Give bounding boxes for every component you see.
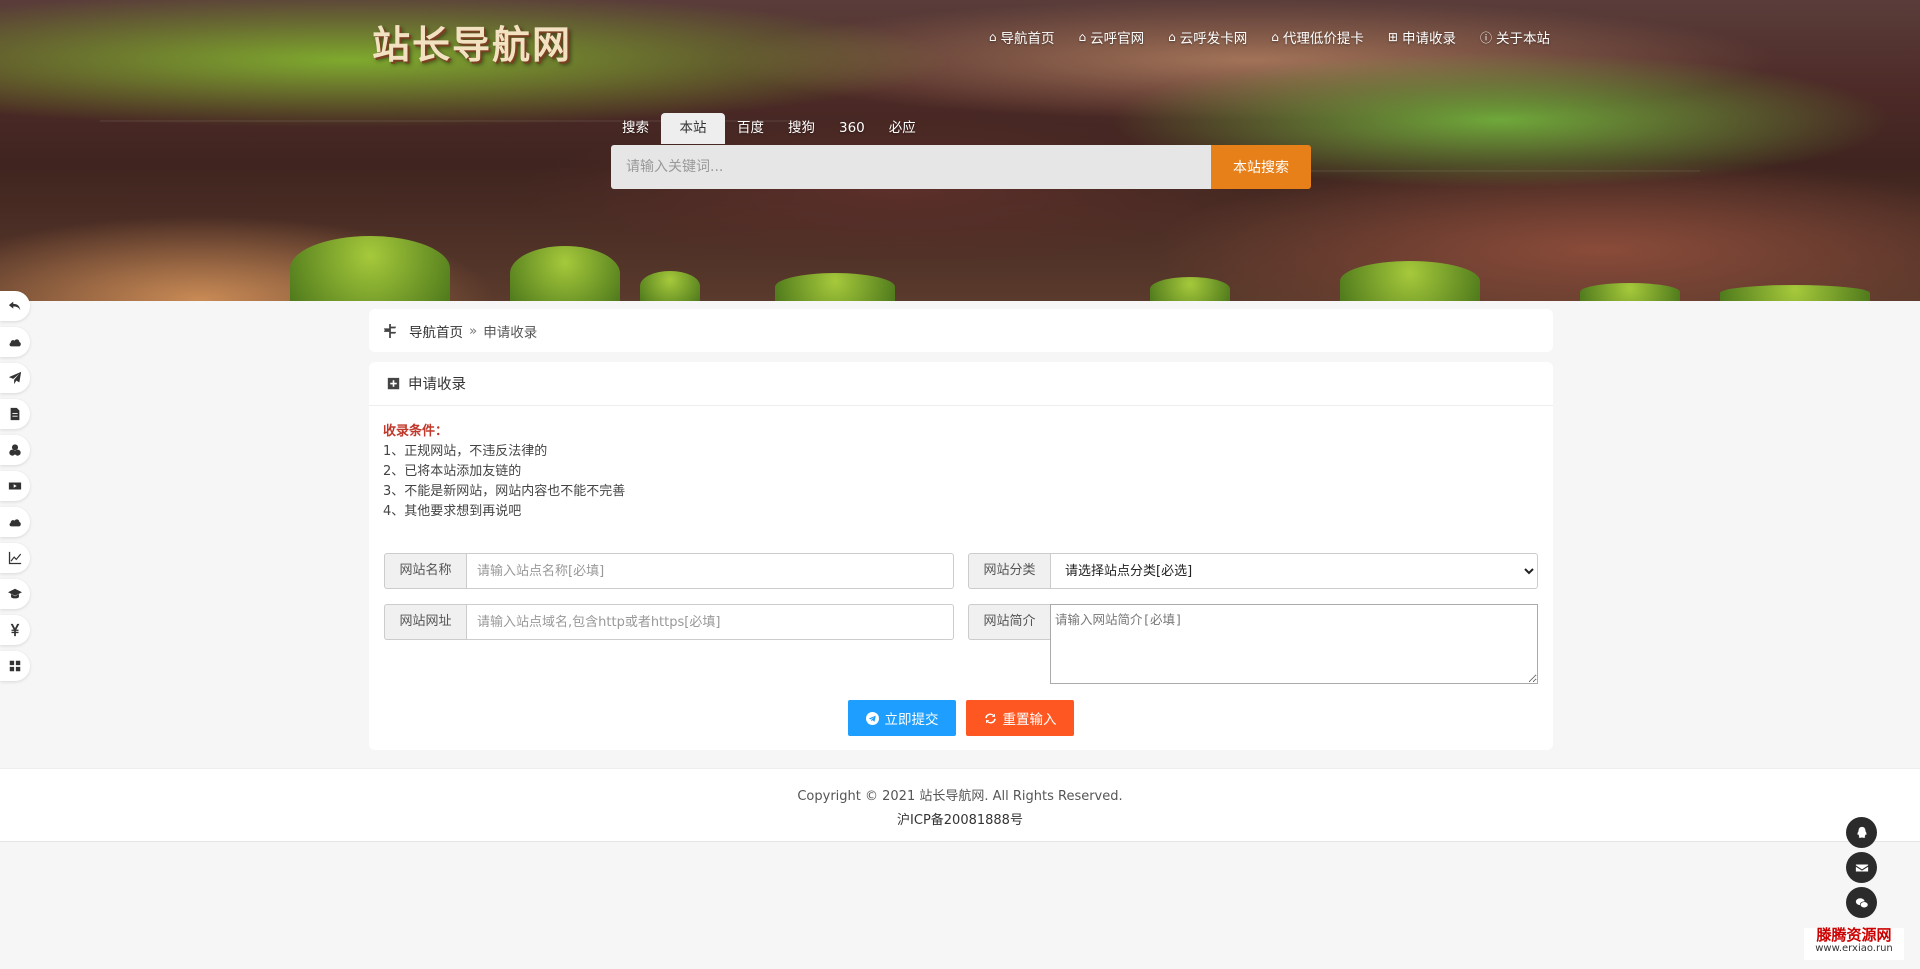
cloud-icon[interactable] xyxy=(0,507,30,537)
site-intro-textarea[interactable] xyxy=(1050,604,1538,684)
site-logo[interactable]: 站长导航网 xyxy=(372,14,572,69)
site-category-label: 网站分类 xyxy=(968,553,1050,589)
site-url-field: 网站网址 xyxy=(384,604,954,640)
watermark-url: www.erxiao.run xyxy=(1815,943,1893,954)
form-header: 申请收录 xyxy=(369,362,1553,406)
graduation-cap-icon[interactable] xyxy=(0,579,30,609)
home-icon: ⌂ xyxy=(1168,30,1176,44)
search-lead-label: 搜索 xyxy=(622,120,649,136)
tab-bing[interactable]: 必应 xyxy=(877,113,928,144)
footer: Copyright © 2021 站长导航网. All Rights Reser… xyxy=(0,768,1920,842)
grid-icon[interactable] xyxy=(0,651,30,681)
hero-banner: 站长导航网 ⌂ 导航首页 ⌂ 云呼官网 ⌂ 云呼发卡网 ⌂ 代理低价提卡 ⊞ 申请收录 ⓘ… xyxy=(0,0,1920,301)
watermark: 滕腾资源网 www.erxiao.run xyxy=(1804,928,1904,960)
signpost-icon xyxy=(383,323,397,338)
wechat-icon[interactable] xyxy=(1846,887,1877,918)
tab-site[interactable]: 本站 xyxy=(661,113,725,144)
search-bar: 本站搜索 xyxy=(611,145,1311,189)
conditions-block: 收录条件： 1、正规网站，不违反法律的 2、已将本站添加友链的 3、不能是新网站… xyxy=(383,422,625,522)
telegram-icon xyxy=(865,711,879,725)
info-circle-icon: ⓘ xyxy=(1479,30,1492,45)
cubes-icon[interactable] xyxy=(0,435,30,465)
plus-square-icon xyxy=(387,377,400,390)
file-icon[interactable] xyxy=(0,399,30,429)
search-button[interactable]: 本站搜索 xyxy=(1211,145,1311,189)
footer-copyright: Copyright © 2021 站长导航网. All Rights Reser… xyxy=(797,789,1123,804)
breadcrumb-home-link[interactable]: 导航首页 xyxy=(409,321,463,341)
submit-site-form: 申请收录 收录条件： 1、正规网站，不违反法律的 2、已将本站添加友链的 3、不… xyxy=(369,362,1553,750)
nav-about[interactable]: ⓘ 关于本站 xyxy=(1479,27,1550,48)
submit-button[interactable]: 立即提交 xyxy=(848,700,956,736)
footer-icp-link[interactable]: 沪ICP备20081888号 xyxy=(0,809,1920,833)
breadcrumb: 导航首页 » 申请收录 xyxy=(369,309,1553,352)
site-name-field: 网站名称 xyxy=(384,553,954,589)
nav-submit-site[interactable]: ⊞ 申请收录 xyxy=(1388,27,1456,47)
qq-icon[interactable] xyxy=(1846,817,1877,848)
nav-home[interactable]: ⌂ 导航首页 xyxy=(989,27,1055,47)
nav-faka[interactable]: ⌂ 云呼发卡网 xyxy=(1168,27,1247,47)
search-input[interactable] xyxy=(611,145,1211,189)
youtube-icon[interactable] xyxy=(0,471,30,501)
form-title: 申请收录 xyxy=(408,377,466,393)
reset-button[interactable]: 重置输入 xyxy=(966,700,1074,736)
condition-item: 2、已将本站添加友链的 xyxy=(383,464,522,479)
search-engine-tabs: 搜索 本站 百度 搜狗 360 必应 xyxy=(612,113,928,144)
envelope-icon[interactable] xyxy=(1846,852,1877,883)
home-icon: ⌂ xyxy=(1271,30,1279,44)
site-url-label: 网站网址 xyxy=(384,604,466,640)
plus-square-icon: ⊞ xyxy=(1387,30,1398,44)
tab-360[interactable]: 360 xyxy=(827,113,877,144)
condition-item: 4、其他要求想到再说吧 xyxy=(383,504,522,519)
site-intro-label: 网站简介 xyxy=(968,604,1050,640)
site-url-input[interactable] xyxy=(466,604,954,640)
paper-plane-icon[interactable] xyxy=(0,363,30,393)
undo-icon[interactable] xyxy=(0,291,30,321)
top-nav: ⌂ 导航首页 ⌂ 云呼官网 ⌂ 云呼发卡网 ⌂ 代理低价提卡 ⊞ 申请收录 ⓘ 关于本站 xyxy=(989,27,1550,47)
site-name-input[interactable] xyxy=(466,553,954,589)
cloud-icon[interactable] xyxy=(0,327,30,357)
site-category-field: 网站分类 请选择站点分类[必选] xyxy=(968,553,1538,589)
tab-sogou[interactable]: 搜狗 xyxy=(776,113,827,144)
home-icon: ⌂ xyxy=(988,30,997,44)
site-intro-field: 网站简介 xyxy=(968,604,1538,684)
left-toolbar xyxy=(0,291,30,687)
nav-yunhu[interactable]: ⌂ 云呼官网 xyxy=(1079,27,1145,47)
line-chart-icon[interactable] xyxy=(0,543,30,573)
breadcrumb-separator: » xyxy=(469,322,478,339)
site-category-select[interactable]: 请选择站点分类[必选] xyxy=(1050,553,1538,589)
home-icon: ⌂ xyxy=(1078,30,1087,44)
yen-icon[interactable] xyxy=(0,615,30,645)
conditions-title: 收录条件： xyxy=(383,424,449,439)
condition-item: 3、不能是新网站，网站内容也不能不完善 xyxy=(383,484,626,499)
nav-agent[interactable]: ⌂ 代理低价提卡 xyxy=(1271,27,1364,47)
watermark-title: 滕腾资源网 xyxy=(1816,926,1892,944)
refresh-icon xyxy=(984,713,996,723)
tab-baidu[interactable]: 百度 xyxy=(725,113,776,144)
condition-item: 1、正规网站，不违反法律的 xyxy=(383,444,548,459)
site-name-label: 网站名称 xyxy=(384,553,466,589)
breadcrumb-current: 申请收录 xyxy=(483,324,538,341)
